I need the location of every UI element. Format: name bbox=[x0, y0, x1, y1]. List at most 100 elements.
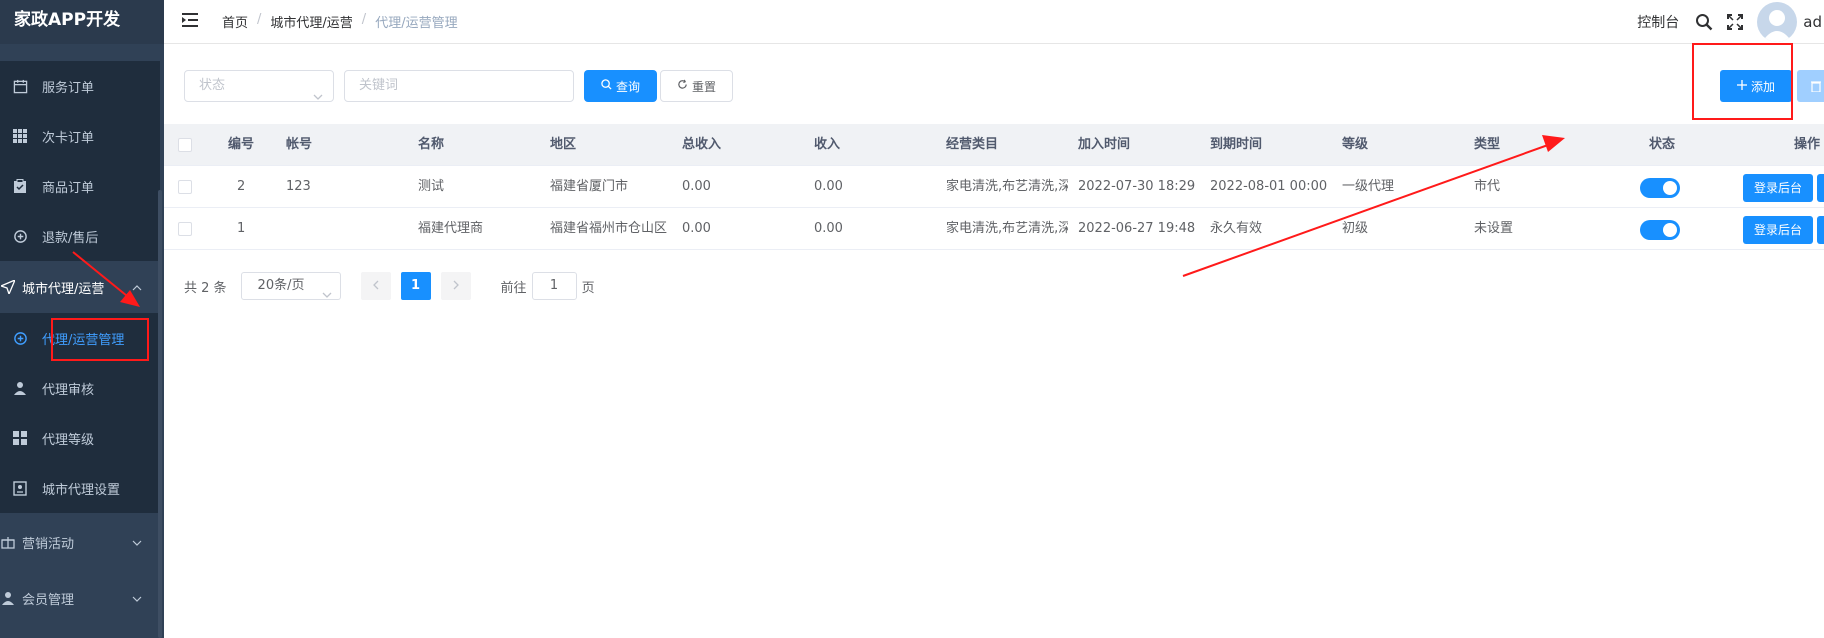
username[interactable]: ad bbox=[1803, 13, 1822, 31]
goto-suffix: 页 bbox=[581, 280, 595, 296]
chevron-right-icon bbox=[453, 279, 459, 294]
cell-income: 0.00 bbox=[814, 179, 843, 194]
fullscreen-icon[interactable] bbox=[1727, 14, 1744, 30]
breadcrumb-separator: / bbox=[361, 12, 367, 27]
cell-name: 测试 bbox=[418, 179, 445, 194]
refresh-icon bbox=[677, 79, 688, 93]
column-header: 帐号 bbox=[286, 137, 313, 152]
breadcrumb-home[interactable]: 首页 bbox=[222, 12, 248, 31]
cell-expire-time: 2022-08-01 00:00 bbox=[1210, 179, 1328, 194]
trash-icon bbox=[1811, 80, 1821, 96]
sidebar-scrollbar[interactable] bbox=[158, 190, 162, 638]
hamburger-icon[interactable] bbox=[181, 12, 199, 32]
sidebar-item-label: 退款/售后 bbox=[42, 230, 99, 246]
clipboard-icon bbox=[12, 178, 28, 194]
table-row: 1 福建代理商 福建省福州市仓山区 0.00 0.00 家电清洗,布艺清洗,深 … bbox=[164, 208, 1824, 250]
sidebar-item-label: 营销活动 bbox=[22, 536, 75, 552]
cell-category: 家电清洗,布艺清洗,深 bbox=[946, 179, 1068, 194]
pagination: 共 2 条 20条/页 1 前往 1 页 bbox=[184, 272, 595, 300]
goto-page-input[interactable]: 1 bbox=[531, 272, 577, 300]
search-button-label: 查询 bbox=[615, 79, 640, 94]
sidebar-item-refund[interactable]: 退款/售后 bbox=[0, 211, 160, 261]
chevron-down-icon bbox=[132, 591, 142, 606]
status-select[interactable]: 状态 bbox=[184, 70, 334, 102]
reset-button[interactable]: 重置 bbox=[660, 70, 733, 102]
sidebar-item-agent-review[interactable]: 代理审核 bbox=[0, 363, 160, 413]
sidebar-item-agent-level[interactable]: 代理等级 bbox=[0, 413, 160, 463]
sidebar-item-product-orders[interactable]: 商品订单 bbox=[0, 161, 160, 211]
cell-level: 一级代理 bbox=[1342, 179, 1395, 194]
column-header: 状态 bbox=[1649, 137, 1676, 152]
cell-join-time: 2022-06-27 19:48 bbox=[1078, 221, 1196, 236]
page-size-select[interactable]: 20条/页 bbox=[240, 272, 341, 300]
page-number-current[interactable]: 1 bbox=[400, 272, 431, 300]
search-button[interactable]: 查询 bbox=[584, 70, 657, 102]
prev-page-button[interactable] bbox=[360, 272, 391, 300]
status-toggle[interactable] bbox=[1640, 220, 1680, 240]
sidebar-item-label: 代理等级 bbox=[42, 432, 95, 448]
more-op-button[interactable] bbox=[1817, 174, 1824, 202]
sidebar-item-service-orders[interactable]: 服务订单 bbox=[0, 61, 160, 111]
cell-name: 福建代理商 bbox=[418, 221, 484, 236]
reset-button-label: 重置 bbox=[691, 79, 716, 94]
cell-join-time: 2022-07-30 18:29 bbox=[1078, 179, 1196, 194]
send-icon bbox=[0, 279, 16, 295]
delete-button[interactable] bbox=[1797, 70, 1824, 102]
refund-icon bbox=[12, 228, 28, 244]
sidebar-item-city-agent-settings[interactable]: 城市代理设置 bbox=[0, 463, 160, 513]
search-icon bbox=[601, 79, 612, 93]
login-backend-button[interactable]: 登录后台 bbox=[1743, 216, 1814, 244]
grid-icon bbox=[12, 430, 28, 446]
table-row: 2 123 测试 福建省厦门市 0.00 0.00 家电清洗,布艺清洗,深 20… bbox=[164, 166, 1824, 208]
next-page-button[interactable] bbox=[440, 272, 471, 300]
settings-card-icon bbox=[12, 480, 28, 496]
sidebar-item-label: 城市代理/运营 bbox=[22, 281, 105, 297]
chevron-left-icon bbox=[372, 279, 379, 294]
cell-region: 福建省厦门市 bbox=[550, 179, 629, 194]
breadcrumb-current: 代理/运营管理 bbox=[375, 16, 458, 31]
column-header: 总收入 bbox=[682, 137, 722, 152]
goto-prefix: 前往 bbox=[500, 280, 527, 296]
sidebar-item-city-agent[interactable]: 城市代理/运营 bbox=[0, 262, 160, 312]
more-op-button[interactable] bbox=[1817, 216, 1824, 244]
column-header: 经营类目 bbox=[946, 137, 999, 152]
row-checkbox[interactable] bbox=[178, 180, 192, 194]
sidebar-item-label: 会员管理 bbox=[22, 592, 75, 608]
chevron-down-icon bbox=[313, 82, 323, 112]
select-all-checkbox[interactable] bbox=[178, 138, 192, 152]
column-header: 操作 bbox=[1794, 137, 1821, 152]
search-icon[interactable] bbox=[1695, 13, 1713, 31]
column-header: 收入 bbox=[814, 137, 841, 152]
chevron-down-icon bbox=[132, 535, 142, 550]
status-toggle[interactable] bbox=[1640, 178, 1680, 198]
cell-account: 123 bbox=[286, 179, 311, 194]
cell-type: 未设置 bbox=[1474, 221, 1514, 236]
sidebar-item-members[interactable]: 会员管理 bbox=[0, 573, 160, 623]
row-checkbox[interactable] bbox=[178, 222, 192, 236]
breadcrumb: 首页 / 城市代理/运营 / 代理/运营管理 bbox=[222, 12, 458, 31]
sidebar-item-card-orders[interactable]: 次卡订单 bbox=[0, 111, 160, 161]
top-header: 首页 / 城市代理/运营 / 代理/运营管理 控制台 ad bbox=[164, 0, 1824, 44]
cell-category: 家电清洗,布艺清洗,深 bbox=[946, 221, 1068, 236]
column-header: 等级 bbox=[1342, 137, 1369, 152]
breadcrumb-city-agent[interactable]: 城市代理/运营 bbox=[270, 12, 352, 31]
agent-table: 编号 帐号 名称 地区 总收入 收入 经营类目 加入时间 到期时间 等级 类型 … bbox=[164, 124, 1824, 250]
cell-total-income: 0.00 bbox=[682, 221, 711, 236]
avatar[interactable] bbox=[1757, 2, 1798, 42]
sidebar-item-marketing[interactable]: 营销活动 bbox=[0, 517, 160, 567]
column-header: 到期时间 bbox=[1210, 137, 1263, 152]
sidebar-item-label: 服务订单 bbox=[42, 80, 95, 96]
login-backend-button[interactable]: 登录后台 bbox=[1743, 174, 1814, 202]
user-icon bbox=[12, 380, 28, 396]
status-select-placeholder: 状态 bbox=[199, 78, 226, 93]
keyword-input[interactable]: 关键词 bbox=[344, 70, 574, 102]
column-header: 编号 bbox=[228, 137, 255, 152]
annotation-highlight-box bbox=[1692, 43, 1793, 120]
console-link[interactable]: 控制台 bbox=[1637, 12, 1679, 32]
calendar-icon bbox=[12, 78, 28, 94]
chevron-up-icon bbox=[132, 280, 142, 295]
gift-icon bbox=[0, 534, 16, 550]
sidebar-item-label: 商品订单 bbox=[42, 180, 95, 196]
column-header: 类型 bbox=[1474, 137, 1501, 152]
cell-expire-time: 永久有效 bbox=[1210, 221, 1263, 236]
